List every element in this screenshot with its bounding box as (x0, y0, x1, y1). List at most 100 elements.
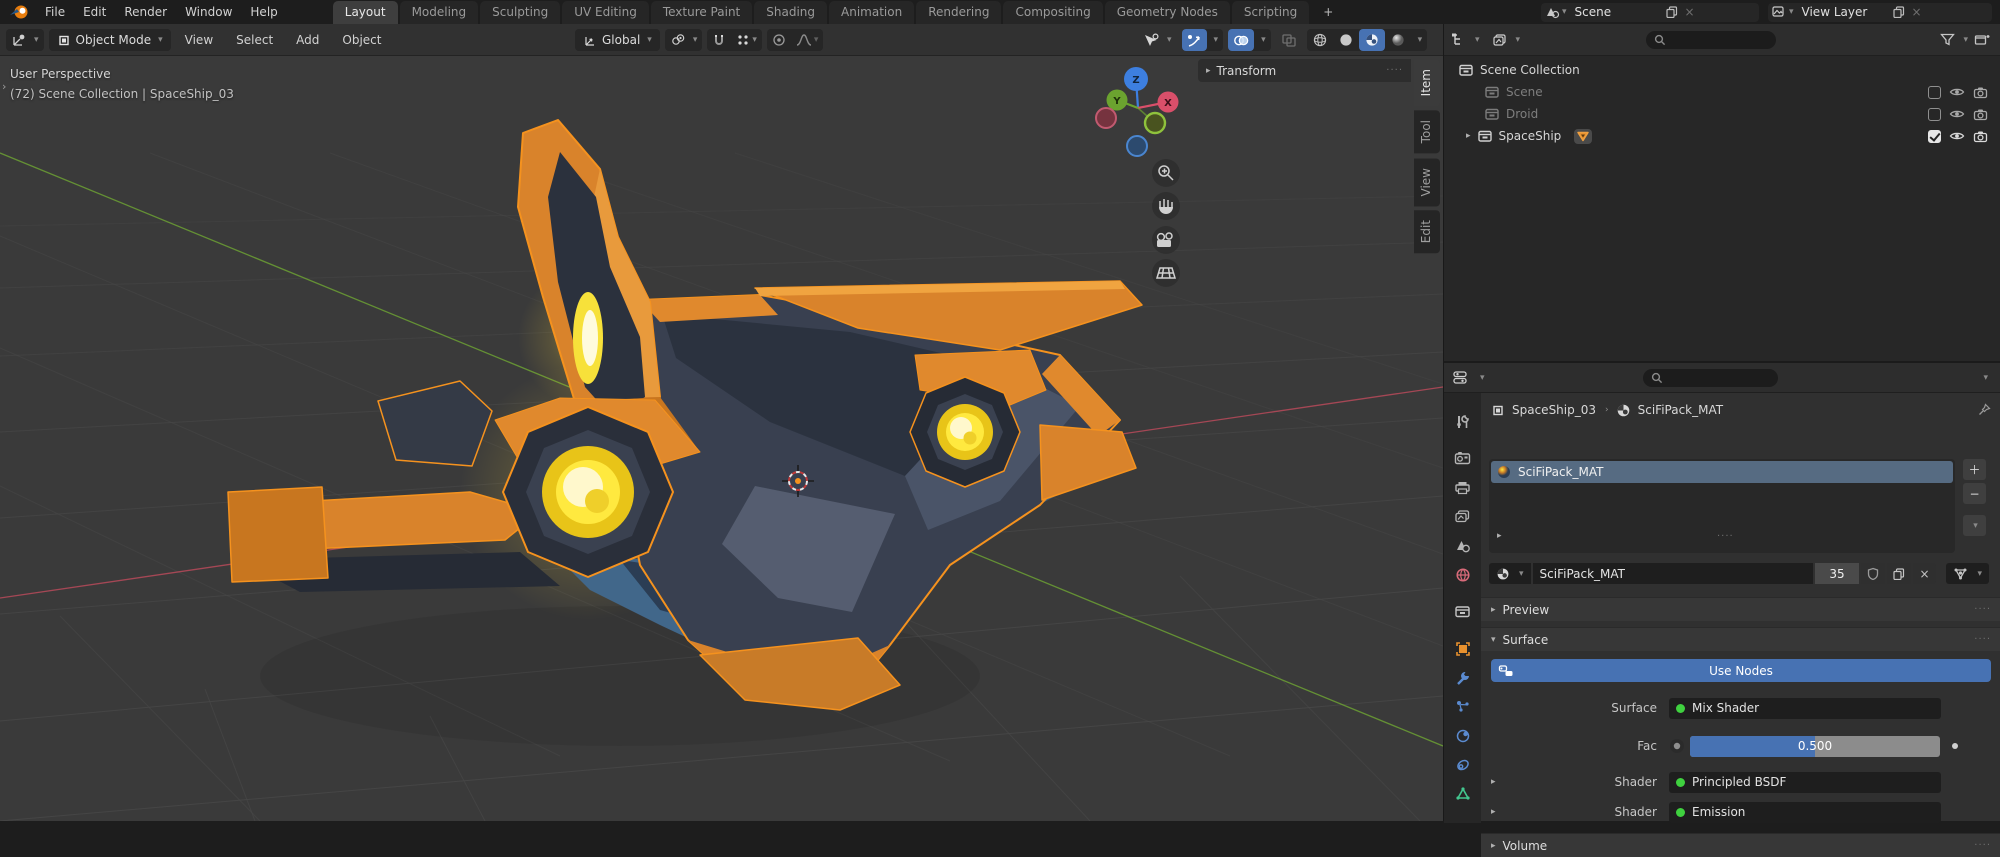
viewport-canvas[interactable]: Z Y X (0, 56, 1443, 821)
collection-name[interactable]: Scene Collection (1480, 63, 1580, 77)
surface-panel-header[interactable]: ▾ Surface ···· (1481, 627, 2000, 651)
tab-render[interactable] (1444, 444, 1481, 473)
copy-material-button[interactable] (1887, 563, 1911, 584)
panel-grip[interactable]: ···· (1974, 604, 1991, 615)
hide-eye-icon[interactable] (1949, 130, 1965, 142)
disable-render-camera-icon[interactable] (1973, 108, 1988, 121)
breadcrumb-object[interactable]: SpaceShip_03 (1512, 403, 1596, 417)
panel-grip[interactable]: ···· (1386, 65, 1403, 76)
hide-eye-icon[interactable] (1949, 86, 1965, 98)
shading-material-preview[interactable] (1359, 29, 1385, 51)
workspace-tab-geometry-nodes[interactable]: Geometry Nodes (1105, 1, 1230, 24)
tab-world[interactable] (1444, 560, 1481, 589)
display-mode-icon[interactable] (1492, 33, 1508, 47)
outliner-search[interactable] (1646, 31, 1776, 49)
scene-name[interactable]: Scene (1567, 5, 1663, 19)
tab-physics[interactable] (1444, 721, 1481, 750)
show-gizmo-toggle[interactable] (1182, 29, 1207, 51)
shading-rendered[interactable] (1385, 29, 1411, 51)
panel-grip[interactable]: ···· (1974, 634, 1991, 645)
mode-selector[interactable]: Object Mode ▾ (49, 29, 171, 51)
spaceship-object[interactable] (228, 120, 1142, 710)
exclude-checkbox[interactable] (1928, 108, 1941, 121)
workspace-tab-layout[interactable]: Layout (333, 1, 398, 24)
viewport-menu-view[interactable]: View (176, 28, 222, 52)
collection-name[interactable]: SpaceShip (1499, 129, 1562, 143)
shading-wireframe[interactable] (1307, 29, 1333, 51)
filter-chevron[interactable]: ▾ (1963, 35, 1968, 45)
workspace-tab-texture-paint[interactable]: Texture Paint (651, 1, 752, 24)
add-workspace-button[interactable]: + (1311, 1, 1345, 24)
use-nodes-button[interactable]: Use Nodes (1491, 659, 1991, 682)
slot-specials-button[interactable]: ▾ (1963, 515, 1986, 536)
menu-render[interactable]: Render (115, 0, 176, 24)
tab-modifiers[interactable] (1444, 663, 1481, 692)
workspace-tab-scripting[interactable]: Scripting (1232, 1, 1309, 24)
material-slot-row[interactable]: SciFiPack_MAT (1491, 461, 1953, 483)
properties-search[interactable] (1643, 369, 1778, 387)
material-users-count[interactable]: 35 (1815, 563, 1859, 584)
pan-hand-button[interactable] (1152, 192, 1180, 220)
hide-eye-icon[interactable] (1949, 108, 1965, 120)
tab-object-data[interactable] (1444, 779, 1481, 808)
menu-window[interactable]: Window (176, 0, 241, 24)
toolbar-toggle-arrow[interactable]: › (2, 80, 6, 93)
menu-edit[interactable]: Edit (74, 0, 115, 24)
snap-target-selector[interactable]: ▾ (731, 29, 762, 51)
expand-arrow-icon[interactable]: ▸ (1491, 807, 1496, 817)
tab-collection[interactable] (1444, 597, 1481, 626)
view-layer-icon[interactable] (1771, 5, 1787, 19)
unlink-material-button[interactable]: × (1913, 563, 1937, 584)
zoom-button[interactable] (1152, 159, 1180, 187)
preview-panel-header[interactable]: ▸ Preview ···· (1481, 597, 2000, 621)
fac-slider[interactable]: 0.500 (1690, 736, 1940, 757)
expand-arrow-icon[interactable]: ▸ (1466, 131, 1471, 141)
menu-file[interactable]: File (36, 0, 74, 24)
volume-panel-header[interactable]: ▸ Volume ···· (1481, 833, 2000, 857)
view-layer-name[interactable]: View Layer (1794, 5, 1890, 19)
slot-expand-arrow[interactable]: ▸ (1497, 531, 1502, 541)
new-collection-icon[interactable] (1974, 33, 1990, 47)
proportional-edit-toggle[interactable] (767, 29, 791, 51)
collection-name[interactable]: Droid (1506, 107, 1538, 121)
tab-constraints[interactable] (1444, 750, 1481, 779)
snap-toggle[interactable] (707, 29, 731, 51)
sidebar-tab-view[interactable]: View (1414, 158, 1440, 206)
outliner-row-droid[interactable]: Droid (1444, 103, 2000, 125)
socket-decorator-icon[interactable] (1669, 738, 1685, 754)
browse-material-button[interactable]: ▾ (1489, 563, 1531, 584)
gizmo-x-neg-axis[interactable] (1096, 108, 1116, 128)
pivot-point-selector[interactable]: ▾ (665, 29, 703, 51)
material-name-field[interactable]: SciFiPack_MAT (1533, 563, 1814, 584)
tab-view-layer[interactable] (1444, 502, 1481, 531)
fake-user-button[interactable] (1861, 563, 1885, 584)
disable-render-camera-icon[interactable] (1973, 130, 1988, 143)
pin-icon[interactable] (1977, 403, 1991, 417)
outliner-editor-icon[interactable] (1450, 32, 1467, 47)
camera-view-button[interactable] (1152, 226, 1180, 254)
animate-decorator-dot[interactable] (1952, 743, 1958, 749)
shading-options-chevron[interactable]: ▾ (1411, 29, 1428, 51)
proportional-falloff-selector[interactable]: ▾ (791, 29, 824, 51)
outliner-row-scene-collection[interactable]: Scene Collection (1444, 59, 2000, 81)
workspace-tab-rendering[interactable]: Rendering (916, 1, 1001, 24)
viewport-menu-select[interactable]: Select (227, 28, 282, 52)
workspace-tab-shading[interactable]: Shading (754, 1, 827, 24)
shader1-field[interactable]: Principled BSDF (1669, 772, 1941, 793)
sidebar-tab-tool[interactable]: Tool (1414, 110, 1440, 153)
gizmo-options-chevron[interactable]: ▾ (1207, 29, 1224, 51)
editor-type-button[interactable]: ▾ (6, 29, 44, 51)
tab-object[interactable] (1444, 634, 1481, 663)
shading-solid[interactable] (1333, 29, 1359, 51)
outliner-row-spaceship[interactable]: ▸ SpaceShip (1444, 125, 2000, 147)
workspace-tab-compositing[interactable]: Compositing (1003, 1, 1102, 24)
perspective-toggle-button[interactable] (1152, 259, 1180, 287)
sidebar-tab-item[interactable]: Item (1414, 59, 1440, 106)
tab-tool[interactable] (1444, 407, 1481, 436)
tab-output[interactable] (1444, 473, 1481, 502)
new-view-layer-button[interactable] (1890, 5, 1908, 20)
panel-grip[interactable]: ···· (1974, 840, 1991, 851)
material-link-dropdown[interactable]: ▾ (1946, 563, 1989, 584)
object-visibility-selector[interactable]: ▾ (1138, 29, 1177, 51)
show-overlays-toggle[interactable] (1228, 29, 1254, 51)
